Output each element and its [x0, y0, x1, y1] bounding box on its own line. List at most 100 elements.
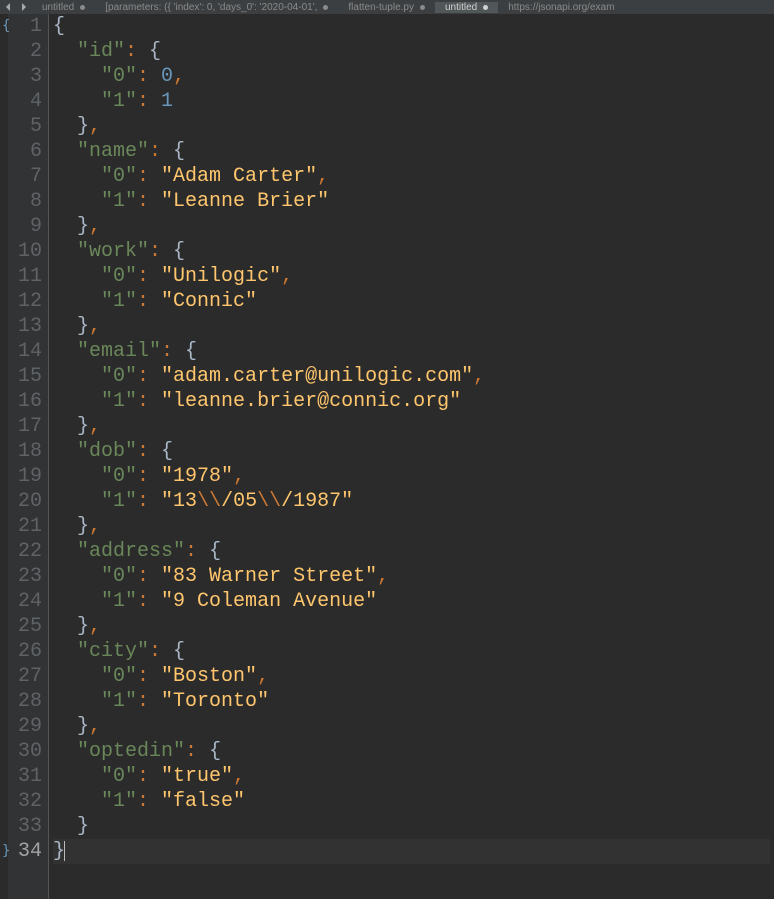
code-line[interactable]: "1": "Leanne Brier": [53, 189, 770, 214]
code-line[interactable]: "1": "false": [53, 789, 770, 814]
line-number[interactable]: 15: [14, 364, 42, 389]
line-number[interactable]: 14: [14, 339, 42, 364]
token-key: "email": [77, 340, 161, 363]
tab-0[interactable]: untitled: [32, 2, 95, 13]
code-line[interactable]: "0": 0,: [53, 64, 770, 89]
code-line[interactable]: "0": "Boston",: [53, 664, 770, 689]
line-number[interactable]: 29: [14, 714, 42, 739]
code-line[interactable]: {: [53, 14, 770, 39]
code-line[interactable]: "1": "13\\/05\\/1987": [53, 489, 770, 514]
code-line[interactable]: "0": "Adam Carter",: [53, 164, 770, 189]
code-line[interactable]: "id": {: [53, 39, 770, 64]
code-line[interactable]: },: [53, 214, 770, 239]
token-brace: }: [77, 415, 89, 438]
token-punc: :: [161, 340, 185, 363]
line-number[interactable]: 5: [14, 114, 42, 139]
code-line[interactable]: },: [53, 114, 770, 139]
nav-forward-icon[interactable]: [16, 3, 32, 11]
line-number[interactable]: 2: [14, 39, 42, 64]
code-line[interactable]: "address": {: [53, 539, 770, 564]
token-brace: {: [173, 640, 185, 663]
token-brace: }: [77, 815, 89, 838]
code-line[interactable]: "0": "Unilogic",: [53, 264, 770, 289]
line-number[interactable]: 3: [14, 64, 42, 89]
token-str: /1987": [281, 490, 353, 513]
code-line[interactable]: "1": "9 Coleman Avenue": [53, 589, 770, 614]
line-number[interactable]: 30: [14, 739, 42, 764]
line-number[interactable]: 34: [14, 839, 42, 864]
line-number[interactable]: 1: [14, 14, 42, 39]
line-number[interactable]: 13: [14, 314, 42, 339]
token-key: "address": [77, 540, 185, 563]
tab-1[interactable]: [parameters: ({ 'index': 0, 'days_0': '2…: [95, 2, 338, 13]
line-number[interactable]: 23: [14, 564, 42, 589]
code-line[interactable]: "0": "adam.carter@unilogic.com",: [53, 364, 770, 389]
line-number[interactable]: 19: [14, 464, 42, 489]
token-key: "1": [101, 490, 137, 513]
token-num: 1: [161, 90, 173, 113]
line-number[interactable]: 26: [14, 639, 42, 664]
code-line[interactable]: "city": {: [53, 639, 770, 664]
token-key: "0": [101, 165, 137, 188]
code-line[interactable]: },: [53, 514, 770, 539]
line-number[interactable]: 33: [14, 814, 42, 839]
line-number[interactable]: 27: [14, 664, 42, 689]
code-line[interactable]: "1": "Toronto": [53, 689, 770, 714]
tab-4[interactable]: https://jsonapi.org/exam: [498, 2, 624, 13]
code-line[interactable]: },: [53, 714, 770, 739]
token-key: "work": [77, 240, 149, 263]
token-str: "adam.carter@unilogic.com": [161, 365, 473, 388]
code-line[interactable]: "email": {: [53, 339, 770, 364]
line-number[interactable]: 25: [14, 614, 42, 639]
line-number[interactable]: 20: [14, 489, 42, 514]
token-punc: ,: [281, 265, 293, 288]
nav-back-icon[interactable]: [0, 3, 16, 11]
code-line[interactable]: "0": "83 Warner Street",: [53, 564, 770, 589]
fold-column: { }: [0, 14, 8, 899]
code-line[interactable]: "dob": {: [53, 439, 770, 464]
token-punc: :: [137, 690, 161, 713]
code-line[interactable]: }: [53, 814, 770, 839]
token-punc: :: [137, 465, 161, 488]
line-number[interactable]: 21: [14, 514, 42, 539]
line-number[interactable]: 11: [14, 264, 42, 289]
line-number[interactable]: 6: [14, 139, 42, 164]
modified-dot-icon: [323, 5, 328, 10]
code-line[interactable]: "name": {: [53, 139, 770, 164]
code-line[interactable]: "work": {: [53, 239, 770, 264]
line-number[interactable]: 24: [14, 589, 42, 614]
code-area[interactable]: { "id": { "0": 0, "1": 1 }, "name": { "0…: [49, 14, 774, 899]
code-line[interactable]: },: [53, 314, 770, 339]
line-number[interactable]: 18: [14, 439, 42, 464]
code-line[interactable]: "0": "true",: [53, 764, 770, 789]
code-line[interactable]: "1": 1: [53, 89, 770, 114]
line-number[interactable]: 8: [14, 189, 42, 214]
line-number-gutter[interactable]: 1234567891011121314151617181920212223242…: [8, 14, 48, 899]
line-number[interactable]: 12: [14, 289, 42, 314]
code-line[interactable]: },: [53, 414, 770, 439]
line-number[interactable]: 4: [14, 89, 42, 114]
token-str: "Adam Carter": [161, 165, 317, 188]
line-number[interactable]: 17: [14, 414, 42, 439]
tab-label: https://jsonapi.org/exam: [508, 2, 614, 13]
editor[interactable]: { } 123456789101112131415161718192021222…: [0, 14, 774, 899]
code-line[interactable]: "1": "leanne.brier@connic.org": [53, 389, 770, 414]
code-line[interactable]: "1": "Connic": [53, 289, 770, 314]
line-number[interactable]: 28: [14, 689, 42, 714]
line-number[interactable]: 9: [14, 214, 42, 239]
tabs-container: untitled[parameters: ({ 'index': 0, 'day…: [32, 2, 624, 13]
line-number[interactable]: 10: [14, 239, 42, 264]
line-number[interactable]: 7: [14, 164, 42, 189]
line-number[interactable]: 22: [14, 539, 42, 564]
code-line[interactable]: }: [53, 839, 770, 864]
token-str: "Leanne Brier": [161, 190, 329, 213]
code-line[interactable]: "optedin": {: [53, 739, 770, 764]
line-number[interactable]: 16: [14, 389, 42, 414]
token-brace: {: [149, 40, 161, 63]
tab-3[interactable]: untitled: [435, 2, 498, 13]
tab-2[interactable]: flatten-tuple.py: [338, 2, 435, 13]
code-line[interactable]: },: [53, 614, 770, 639]
line-number[interactable]: 32: [14, 789, 42, 814]
line-number[interactable]: 31: [14, 764, 42, 789]
code-line[interactable]: "0": "1978",: [53, 464, 770, 489]
